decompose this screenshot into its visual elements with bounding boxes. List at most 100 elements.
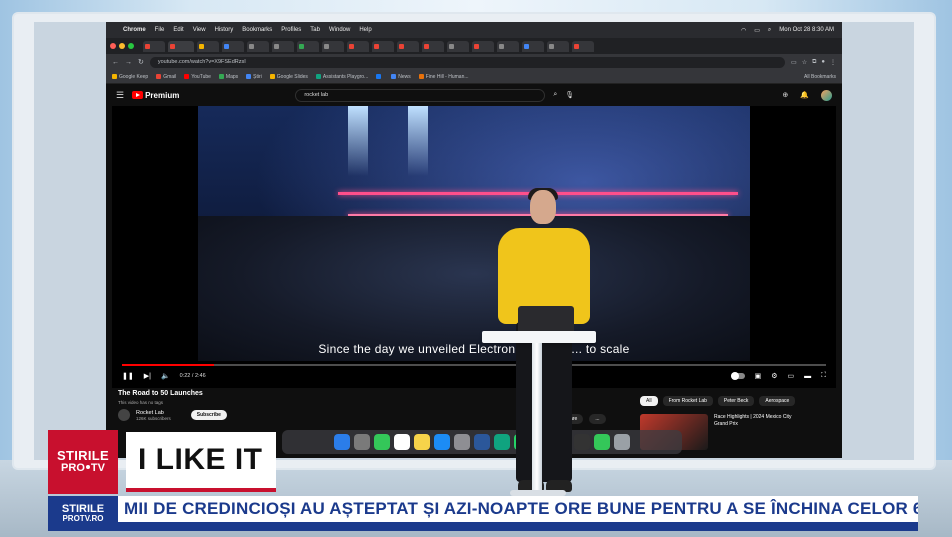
logo-line-1: STIRILE xyxy=(57,448,109,464)
toolbar-icons: ▭ ☆ ⧉ ● ⋮ xyxy=(791,59,836,66)
browser-tab-active[interactable] xyxy=(168,40,194,52)
settings-gear-icon[interactable]: ⚙ xyxy=(771,372,777,380)
chip-from-rocket-lab[interactable]: From Rocket Lab xyxy=(662,396,713,406)
bookmark-star-icon[interactable]: ☆ xyxy=(802,59,807,66)
gmail-icon xyxy=(156,74,162,79)
back-icon[interactable]: ← xyxy=(112,59,119,66)
notifications-icon[interactable]: 🔔 xyxy=(800,91,809,99)
extensions-icon[interactable]: ⧉ xyxy=(812,59,816,66)
mac-menubar: Chrome File Edit View History Bookmarks … xyxy=(106,22,842,38)
bookmark-item[interactable]: Gmail xyxy=(156,74,176,80)
captions-icon[interactable]: ▣ xyxy=(755,372,762,380)
settings-icon[interactable] xyxy=(454,434,470,450)
finder-icon[interactable] xyxy=(334,434,350,450)
browser-tab[interactable] xyxy=(497,40,519,52)
more-icon[interactable]: ⋮ xyxy=(830,59,836,66)
forward-icon[interactable]: → xyxy=(125,59,132,66)
avatar[interactable] xyxy=(821,89,832,101)
autoplay-toggle[interactable] xyxy=(730,372,745,380)
chip-all[interactable]: All xyxy=(640,396,658,406)
menu-history[interactable]: History xyxy=(215,27,234,33)
theater-icon[interactable]: ▬ xyxy=(804,373,811,380)
youtube-logo[interactable]: Premium xyxy=(132,91,179,100)
pause-icon[interactable]: ❚❚ xyxy=(122,372,134,380)
messages-icon[interactable] xyxy=(374,434,390,450)
menu-profiles[interactable]: Profiles xyxy=(281,27,301,33)
video-frame[interactable] xyxy=(198,106,750,361)
bookmark-item[interactable]: Fine Hill - Human... xyxy=(418,74,469,80)
bookmark-label: Assistants Playgro... xyxy=(322,73,369,80)
tab-favicon xyxy=(449,43,454,49)
miniplayer-icon[interactable]: ▭ xyxy=(787,372,794,380)
browser-tab[interactable] xyxy=(322,40,344,52)
menu-edit[interactable]: Edit xyxy=(173,27,183,33)
bookmark-item[interactable]: YouTube xyxy=(184,74,211,80)
bookmark-item[interactable]: News xyxy=(391,74,411,80)
browser-tab[interactable] xyxy=(297,40,319,52)
menu-view[interactable]: View xyxy=(193,27,206,33)
browser-tab[interactable] xyxy=(247,40,269,52)
bookmark-item[interactable]: Assistants Playgro... xyxy=(315,73,369,80)
notes-icon[interactable] xyxy=(414,434,430,450)
bookmark-item[interactable] xyxy=(376,74,383,79)
close-window-icon[interactable] xyxy=(110,43,116,49)
menu-window[interactable]: Window xyxy=(329,27,350,33)
chip-peter-beck[interactable]: Peter Beck xyxy=(717,396,755,406)
bookmark-item[interactable]: Știri xyxy=(246,74,262,80)
browser-tab[interactable] xyxy=(222,40,244,52)
recommended-title[interactable]: Race Highlights | 2024 Mexico City Grand… xyxy=(714,414,794,450)
browser-tab[interactable] xyxy=(143,40,165,52)
fullscreen-icon[interactable]: ⛶ xyxy=(821,372,826,380)
trash-icon[interactable] xyxy=(614,434,630,450)
search-icon[interactable]: ⌕ xyxy=(768,27,771,34)
menu-tab[interactable]: Tab xyxy=(310,27,320,33)
menu-file[interactable]: File xyxy=(155,27,165,33)
launchpad-icon[interactable] xyxy=(354,434,370,450)
address-bar[interactable]: youtube.com/watch?v=X9FSEdRzsI xyxy=(149,56,786,68)
reload-icon[interactable]: ↻ xyxy=(138,58,144,66)
cast-icon[interactable]: ▭ xyxy=(791,59,797,66)
browser-tab[interactable] xyxy=(397,40,419,52)
browser-tab[interactable] xyxy=(522,40,544,52)
next-icon[interactable]: ▶| xyxy=(144,372,151,380)
all-bookmarks[interactable]: All Bookmarks xyxy=(804,74,836,80)
subscribe-button[interactable]: Subscribe xyxy=(190,410,227,420)
browser-tab[interactable] xyxy=(372,40,394,52)
mic-icon[interactable]: 🎙 xyxy=(565,91,574,99)
bookmark-item[interactable]: Maps xyxy=(218,74,238,80)
create-icon[interactable]: ⊕ xyxy=(782,91,788,99)
video-time: 0:22 / 2:46 xyxy=(179,373,206,379)
video-progress-bar[interactable] xyxy=(122,364,826,366)
browser-tab[interactable] xyxy=(422,40,444,52)
menu-bookmarks[interactable]: Bookmarks xyxy=(242,27,272,33)
video-player[interactable]: Since the day we unveiled Electron, we'v… xyxy=(112,106,836,388)
profile-icon[interactable]: ● xyxy=(821,59,825,66)
zoom-window-icon[interactable] xyxy=(128,43,134,49)
volume-icon[interactable]: 🔈 xyxy=(161,372,170,380)
browser-tab[interactable] xyxy=(347,40,369,52)
browser-tab[interactable] xyxy=(197,40,219,52)
search-icon[interactable]: ⌕ xyxy=(553,91,557,99)
appstore-icon[interactable] xyxy=(434,434,450,450)
browser-tab[interactable] xyxy=(472,40,494,52)
menubar-app-name[interactable]: Chrome xyxy=(123,27,146,33)
menubar-clock[interactable]: Mon Oct 28 8:30 AM xyxy=(779,27,834,33)
battery-icon[interactable]: ▭ xyxy=(754,27,760,34)
search-input[interactable]: rocket lab xyxy=(295,88,546,102)
chip-aerospace[interactable]: Aerospace xyxy=(759,396,796,406)
bookmark-item[interactable]: Google Slides xyxy=(269,74,308,80)
site-line-2: PROTV.RO xyxy=(62,514,104,524)
word-icon[interactable] xyxy=(474,434,490,450)
presenter-pants xyxy=(516,322,572,482)
wifi-icon[interactable]: ◠ xyxy=(741,27,746,34)
browser-tab[interactable] xyxy=(447,40,469,52)
browser-tab[interactable] xyxy=(572,40,594,52)
browser-tab[interactable] xyxy=(272,40,294,52)
browser-tab[interactable] xyxy=(547,40,569,52)
calendar-icon[interactable] xyxy=(394,434,410,450)
hamburger-menu-icon[interactable]: ☰ xyxy=(116,90,124,101)
bookmark-item[interactable]: Google Keep xyxy=(112,74,148,80)
menu-help[interactable]: Help xyxy=(359,27,371,33)
channel-avatar[interactable] xyxy=(118,409,130,421)
minimize-window-icon[interactable] xyxy=(119,43,125,49)
